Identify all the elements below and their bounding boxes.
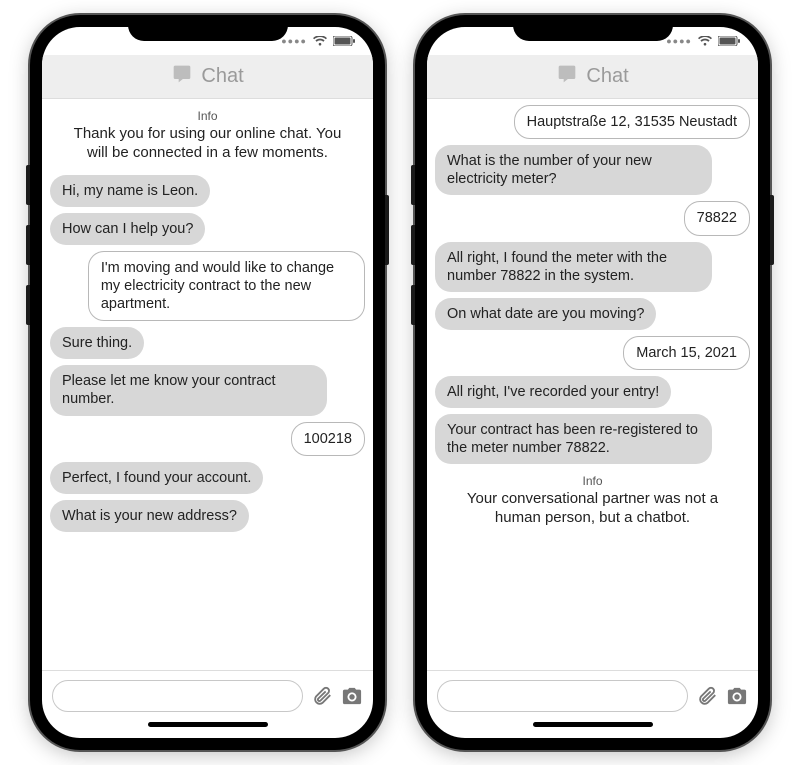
attach-icon[interactable] bbox=[311, 685, 333, 707]
message-thread[interactable]: Hauptstraße 12, 31535 Neustadt What is t… bbox=[427, 99, 758, 670]
agent-message: How can I help you? bbox=[50, 213, 205, 245]
agent-message: All right, I've recorded your entry! bbox=[435, 376, 671, 408]
info-label: Info bbox=[453, 474, 732, 489]
phone-right: ●●●● Chat Hauptstraße 12, 31535 Neustadt… bbox=[415, 15, 770, 750]
cell-signal-icon: ●●●● bbox=[281, 36, 307, 46]
agent-message: Perfect, I found your account. bbox=[50, 462, 263, 494]
agent-message: Please let me know your contract number. bbox=[50, 365, 327, 415]
chat-bubble-icon bbox=[556, 64, 578, 90]
home-indicator[interactable] bbox=[42, 720, 373, 738]
agent-message: Sure thing. bbox=[50, 327, 144, 359]
user-message: I'm moving and would like to change my e… bbox=[88, 251, 365, 321]
attach-icon[interactable] bbox=[696, 685, 718, 707]
notch bbox=[513, 15, 673, 41]
message-input[interactable] bbox=[437, 680, 688, 712]
screen: ●●●● Chat Hauptstraße 12, 31535 Neustadt… bbox=[427, 27, 758, 738]
wifi-icon bbox=[698, 36, 712, 46]
battery-icon bbox=[333, 36, 355, 46]
user-message: 78822 bbox=[684, 201, 750, 235]
notch bbox=[128, 15, 288, 41]
info-block: Info Thank you for using our online chat… bbox=[50, 105, 365, 169]
agent-message: What is the number of your new electrici… bbox=[435, 145, 712, 195]
wifi-icon bbox=[313, 36, 327, 46]
cell-signal-icon: ●●●● bbox=[666, 36, 692, 46]
info-block: Info Your conversational partner was not… bbox=[435, 470, 750, 534]
message-input[interactable] bbox=[52, 680, 303, 712]
screen: ●●●● Chat Info Thank you for using our o… bbox=[42, 27, 373, 738]
agent-message: Your contract has been re-registered to … bbox=[435, 414, 712, 464]
info-text: Your conversational partner was not a hu… bbox=[453, 490, 732, 528]
chat-header-title: Chat bbox=[201, 65, 243, 88]
user-message: 100218 bbox=[291, 422, 365, 456]
message-thread[interactable]: Info Thank you for using our online chat… bbox=[42, 99, 373, 670]
agent-message: What is your new address? bbox=[50, 500, 249, 532]
battery-icon bbox=[718, 36, 740, 46]
agent-message: All right, I found the meter with the nu… bbox=[435, 242, 712, 292]
agent-message: Hi, my name is Leon. bbox=[50, 175, 210, 207]
composer bbox=[42, 670, 373, 720]
home-indicator[interactable] bbox=[427, 720, 758, 738]
chat-bubble-icon bbox=[171, 64, 193, 90]
phone-left: ●●●● Chat Info Thank you for using our o… bbox=[30, 15, 385, 750]
info-label: Info bbox=[68, 109, 347, 124]
user-message: Hauptstraße 12, 31535 Neustadt bbox=[514, 105, 750, 139]
camera-icon[interactable] bbox=[341, 686, 363, 706]
info-text: Thank you for using our online chat. You… bbox=[68, 125, 347, 163]
chat-header-title: Chat bbox=[586, 65, 628, 88]
chat-header: Chat bbox=[427, 55, 758, 99]
chat-header: Chat bbox=[42, 55, 373, 99]
user-message: March 15, 2021 bbox=[623, 336, 750, 370]
camera-icon[interactable] bbox=[726, 686, 748, 706]
agent-message: On what date are you moving? bbox=[435, 298, 656, 330]
composer bbox=[427, 670, 758, 720]
